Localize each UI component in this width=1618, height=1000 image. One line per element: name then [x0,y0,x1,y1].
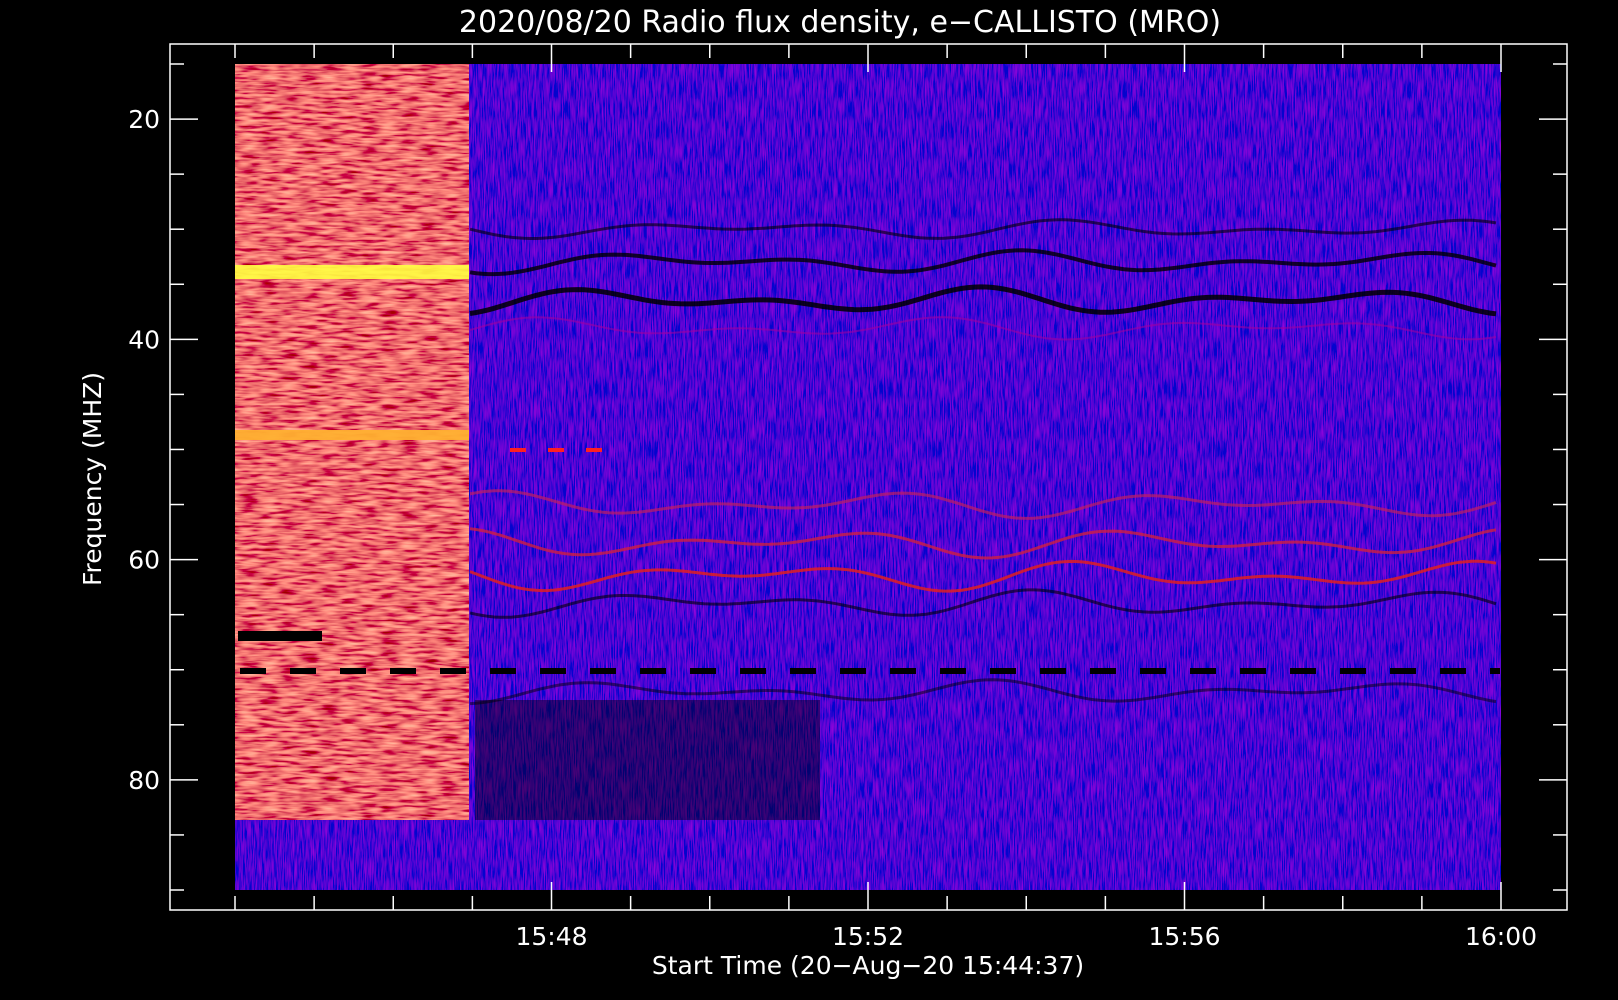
spectrogram-chart: 2020/08/20 Radio flux density, e−CALLIST… [78,5,1568,980]
plot-area [235,64,1501,890]
x-tick-label: 15:48 [515,922,587,951]
bright-band-35mhz [235,265,469,279]
chart-title: 2020/08/20 Radio flux density, e−CALLIST… [459,5,1221,40]
y-tick-label: 20 [128,105,160,134]
bright-band-49mhz [235,430,469,440]
x-tick-label: 15:56 [1148,922,1220,951]
burst-region [235,64,469,820]
dark-block-67mhz [238,631,322,641]
x-tick-label: 16:00 [1465,922,1537,951]
y-tick-label: 80 [128,766,160,795]
dark-lower-region [475,700,820,820]
y-tick-label: 60 [128,546,160,575]
y-axis-label: Frequency (MHZ) [78,372,107,586]
x-axis-label: Start Time (20−Aug−20 15:44:37) [652,951,1084,980]
y-tick-label: 40 [128,325,160,354]
x-tick-label: 15:52 [832,922,904,951]
